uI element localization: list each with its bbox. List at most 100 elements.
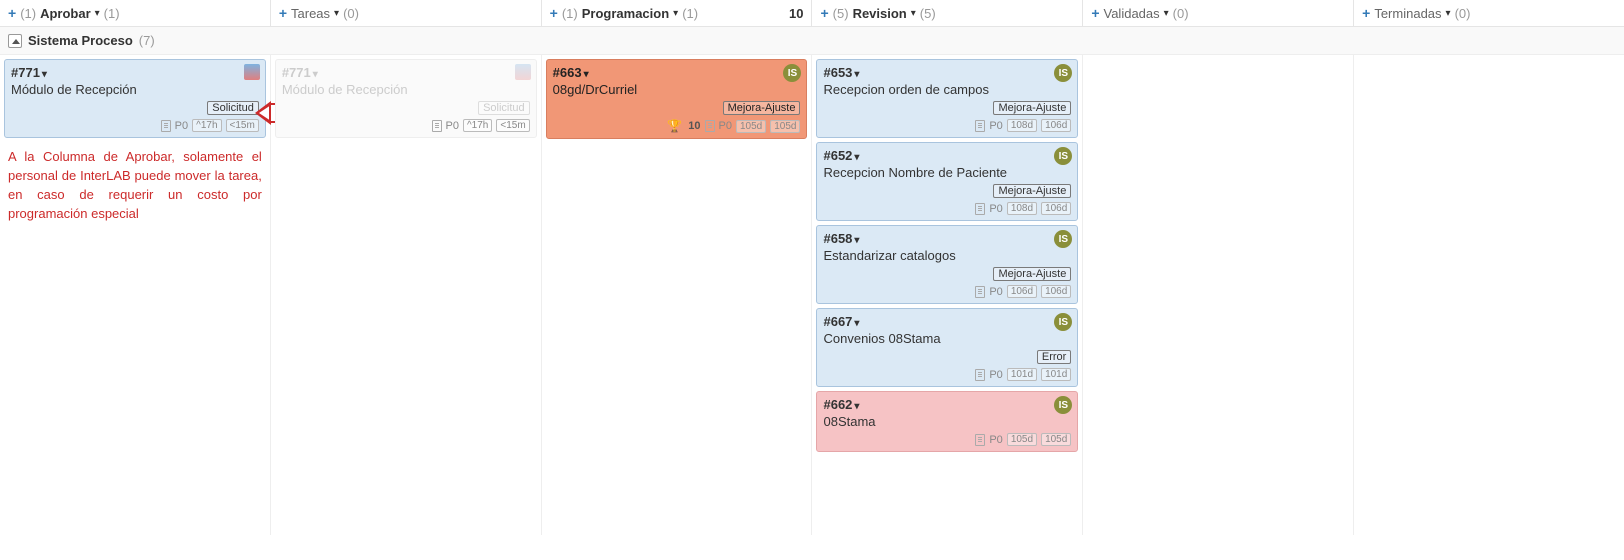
task-card[interactable]: IS #652▾ Recepcion Nombre de Paciente Me…: [816, 142, 1078, 221]
card-stale: 106d: [1041, 119, 1071, 132]
column-aprobar[interactable]: #771▾ Módulo de Recepción Solicitud P0 ^…: [0, 55, 271, 535]
card-tag: Mejora-Ajuste: [993, 184, 1071, 198]
chevron-down-icon[interactable]: ▾: [42, 69, 47, 80]
card-priority: P0: [989, 120, 1002, 132]
column-card-count: (0): [1173, 6, 1189, 21]
card-priority: P0: [989, 203, 1002, 215]
column-header-aprobar[interactable]: + (1) Aprobar ▾ (1): [0, 0, 271, 26]
column-title: Programacion: [582, 6, 669, 21]
add-card-icon[interactable]: +: [1091, 5, 1099, 21]
card-id[interactable]: #658▾: [823, 231, 1071, 246]
card-meta: P0 ^17h <15m: [11, 119, 259, 132]
card-id[interactable]: #663▾: [553, 65, 801, 80]
chevron-down-icon[interactable]: ▾: [854, 318, 859, 329]
column-header-programacion[interactable]: + (1) Programacion ▾ (1) 10: [542, 0, 813, 26]
card-meta: P0 106d 106d: [823, 285, 1071, 298]
card-meta: P0 ^17h <15m: [282, 119, 530, 132]
chevron-down-icon[interactable]: ▾: [854, 401, 859, 412]
column-header-tareas[interactable]: + Tareas ▾ (0): [271, 0, 542, 26]
task-card[interactable]: IS #662▾ 08Stama P0 105d 105d: [816, 391, 1078, 452]
column-header-revision[interactable]: + (5) Revision ▾ (5): [812, 0, 1083, 26]
avatar-icon: [515, 64, 531, 80]
task-card[interactable]: IS #667▾ Convenios 08Stama Error P0 101d…: [816, 308, 1078, 387]
card-id[interactable]: #667▾: [823, 314, 1071, 329]
chevron-down-icon[interactable]: ▾: [1446, 8, 1451, 19]
card-id-text: #652: [823, 148, 852, 163]
swimlane-title: Sistema Proceso: [28, 33, 133, 48]
column-headers: + (1) Aprobar ▾ (1) + Tareas ▾ (0) + (1)…: [0, 0, 1624, 27]
card-id[interactable]: #653▾: [823, 65, 1071, 80]
card-age: ^17h: [192, 119, 221, 132]
card-age: 105d: [736, 120, 766, 133]
document-icon: [975, 286, 985, 298]
card-age: 101d: [1007, 368, 1037, 381]
card-priority: P0: [719, 120, 732, 132]
task-card[interactable]: #771▾ Módulo de Recepción Solicitud P0 ^…: [4, 59, 266, 138]
swimlane-count: (7): [139, 33, 155, 48]
add-card-icon[interactable]: +: [820, 5, 828, 21]
column-validadas[interactable]: [1083, 55, 1354, 535]
column-header-terminadas[interactable]: + Terminadas ▾ (0): [1354, 0, 1624, 26]
add-card-icon[interactable]: +: [8, 5, 16, 21]
add-card-icon[interactable]: +: [279, 5, 287, 21]
chevron-down-icon[interactable]: ▾: [911, 8, 916, 19]
column-wip-count: (1): [562, 6, 578, 21]
column-title: Validadas: [1104, 6, 1160, 21]
task-card-placeholder: #771▾ Módulo de Recepción Solicitud P0 ^…: [275, 59, 537, 138]
swimlane-header[interactable]: Sistema Proceso (7): [0, 27, 1624, 55]
chevron-down-icon[interactable]: ▾: [673, 8, 678, 19]
chevron-down-icon[interactable]: ▾: [1164, 8, 1169, 19]
card-priority: P0: [989, 434, 1002, 446]
card-id[interactable]: #662▾: [823, 397, 1071, 412]
card-id-text: #667: [823, 314, 852, 329]
column-terminadas[interactable]: [1354, 55, 1624, 535]
card-id-text: #663: [553, 65, 582, 80]
column-title: Aprobar: [40, 6, 91, 21]
add-card-icon[interactable]: +: [550, 5, 558, 21]
add-card-icon[interactable]: +: [1362, 5, 1370, 21]
chevron-down-icon[interactable]: ▾: [854, 69, 859, 80]
card-tag: Solicitud: [478, 101, 530, 115]
task-card[interactable]: IS #658▾ Estandarizar catalogos Mejora-A…: [816, 225, 1078, 304]
collapse-icon[interactable]: [8, 34, 22, 48]
chevron-down-icon[interactable]: ▾: [584, 69, 589, 80]
card-meta: 🏆 10 P0 105d 105d: [553, 119, 801, 133]
card-title: 08Stama: [823, 414, 1071, 429]
column-header-validadas[interactable]: + Validadas ▾ (0): [1083, 0, 1354, 26]
document-icon: [975, 369, 985, 381]
column-wip-count: (5): [833, 6, 849, 21]
document-icon: [975, 434, 985, 446]
column-programacion[interactable]: IS #663▾ 08gd/DrCurriel Mejora-Ajuste 🏆 …: [542, 55, 813, 535]
chevron-down-icon[interactable]: ▾: [95, 8, 100, 19]
card-tag: Solicitud: [207, 101, 259, 115]
card-title: Módulo de Recepción: [11, 82, 259, 97]
card-age: 108d: [1007, 202, 1037, 215]
card-priority: P0: [175, 120, 188, 132]
chevron-down-icon[interactable]: ▾: [854, 152, 859, 163]
card-priority: P0: [989, 369, 1002, 381]
column-title: Revision: [853, 6, 907, 21]
task-card[interactable]: IS #653▾ Recepcion orden de campos Mejor…: [816, 59, 1078, 138]
card-stale: 106d: [1041, 202, 1071, 215]
card-stale: <15m: [496, 119, 529, 132]
task-card[interactable]: IS #663▾ 08gd/DrCurriel Mejora-Ajuste 🏆 …: [546, 59, 808, 139]
card-id[interactable]: #771▾: [11, 65, 259, 80]
kanban-board: + (1) Aprobar ▾ (1) + Tareas ▾ (0) + (1)…: [0, 0, 1624, 535]
card-title: Recepcion Nombre de Paciente: [823, 165, 1071, 180]
card-stale: 106d: [1041, 285, 1071, 298]
column-revision[interactable]: IS #653▾ Recepcion orden de campos Mejor…: [812, 55, 1083, 535]
column-score: 10: [789, 6, 803, 21]
card-id[interactable]: #652▾: [823, 148, 1071, 163]
column-title: Terminadas: [1374, 6, 1441, 21]
chevron-down-icon[interactable]: ▾: [854, 235, 859, 246]
card-title: Recepcion orden de campos: [823, 82, 1071, 97]
column-card-count: (1): [104, 6, 120, 21]
chevron-down-icon: ▾: [313, 69, 318, 80]
card-id-text: #653: [823, 65, 852, 80]
chevron-down-icon[interactable]: ▾: [334, 8, 339, 19]
column-card-count: (1): [682, 6, 698, 21]
columns-body: #771▾ Módulo de Recepción Solicitud P0 ^…: [0, 55, 1624, 535]
document-icon: [161, 120, 171, 132]
card-meta: P0 108d 106d: [823, 202, 1071, 215]
column-tareas[interactable]: #771▾ Módulo de Recepción Solicitud P0 ^…: [271, 55, 542, 535]
